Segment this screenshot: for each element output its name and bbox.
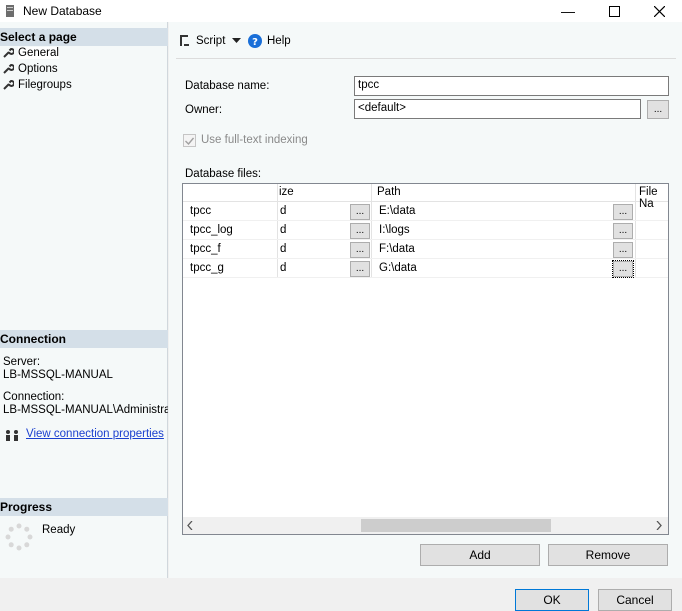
- chevron-right-icon[interactable]: [656, 521, 662, 530]
- table-row[interactable]: tpcc d ... E:\data ...: [183, 202, 668, 221]
- table-row[interactable]: tpcc_log d ... I:\logs ...: [183, 221, 668, 240]
- file-path-cell[interactable]: G:\data: [379, 262, 417, 274]
- column-header-path[interactable]: Path: [377, 186, 401, 198]
- script-label: Script: [196, 35, 226, 47]
- fulltext-label: Use full-text indexing: [201, 134, 308, 146]
- help-icon: ?: [248, 34, 262, 48]
- window-title: New Database: [23, 4, 102, 18]
- path-browse-button[interactable]: ...: [613, 204, 633, 220]
- column-header-size[interactable]: ize: [279, 186, 294, 198]
- maximize-button[interactable]: [591, 0, 637, 22]
- wrench-icon: [3, 80, 14, 90]
- table-row[interactable]: tpcc_f d ... F:\data ...: [183, 240, 668, 259]
- database-files-grid: ize Path File Na tpcc d ... E:\data ... …: [182, 183, 669, 535]
- database-files-label: Database files:: [185, 168, 262, 180]
- connection-header: Connection: [0, 330, 168, 348]
- grid-header: ize Path File Na: [183, 184, 668, 210]
- database-name-input[interactable]: tpcc: [354, 76, 669, 96]
- wrench-icon: [3, 64, 14, 74]
- size-browse-button[interactable]: ...: [350, 242, 370, 258]
- page-options[interactable]: Options: [2, 61, 58, 77]
- close-button[interactable]: [636, 0, 682, 22]
- file-name-cell[interactable]: tpcc_g: [190, 262, 224, 274]
- page-filegroups-label: Filegroups: [18, 79, 72, 91]
- connection-value: LB-MSSQL-MANUAL\Administrator: [3, 404, 168, 416]
- size-browse-button[interactable]: ...: [350, 261, 370, 277]
- minimize-button[interactable]: —: [545, 0, 591, 22]
- svg-text:?: ?: [252, 37, 258, 48]
- chevron-down-icon[interactable]: [232, 38, 241, 44]
- database-name-label: Database name:: [185, 80, 270, 92]
- path-browse-button[interactable]: ...: [613, 223, 633, 239]
- file-path-cell[interactable]: E:\data: [379, 205, 415, 217]
- script-button[interactable]: Script: [177, 30, 225, 52]
- server-value: LB-MSSQL-MANUAL: [3, 369, 113, 381]
- path-browse-button[interactable]: ...: [612, 260, 634, 278]
- file-name-cell[interactable]: tpcc_log: [190, 224, 233, 236]
- toolbar-divider: [176, 58, 676, 59]
- file-size-cell[interactable]: d: [280, 205, 286, 217]
- file-size-cell[interactable]: d: [280, 262, 286, 274]
- page-general-label: General: [18, 47, 59, 59]
- owner-label: Owner:: [185, 104, 223, 116]
- file-path-cell[interactable]: F:\data: [379, 243, 415, 255]
- select-page-header: Select a page: [0, 28, 168, 46]
- left-panel: [0, 22, 168, 578]
- title-bar: New Database —: [0, 0, 682, 22]
- scrollbar-thumb[interactable]: [361, 519, 551, 532]
- progress-status: Ready: [42, 524, 76, 536]
- path-browse-button[interactable]: ...: [613, 242, 633, 258]
- size-browse-button[interactable]: ...: [350, 204, 370, 220]
- page-filegroups[interactable]: Filegroups: [2, 77, 72, 93]
- ok-button[interactable]: OK: [515, 589, 589, 611]
- remove-button[interactable]: Remove: [548, 544, 668, 566]
- close-icon: [653, 5, 665, 17]
- database-icon: [6, 5, 14, 17]
- table-row[interactable]: tpcc_g d ... G:\data ...: [183, 259, 668, 278]
- size-browse-button[interactable]: ...: [350, 223, 370, 239]
- page-options-label: Options: [18, 63, 58, 75]
- maximize-icon: [608, 5, 620, 17]
- chevron-left-icon[interactable]: [187, 521, 193, 530]
- connection-label: Connection:: [3, 391, 65, 403]
- view-connection-properties-link[interactable]: View connection properties: [26, 428, 164, 440]
- file-name-cell[interactable]: tpcc_f: [190, 243, 221, 255]
- progress-header: Progress: [0, 498, 168, 516]
- file-size-cell[interactable]: d: [280, 243, 286, 255]
- help-button[interactable]: ? Help: [248, 30, 291, 52]
- progress-spinner-icon: [5, 523, 33, 551]
- file-path-cell[interactable]: I:\logs: [379, 224, 410, 236]
- add-button[interactable]: Add: [420, 544, 540, 566]
- connection-properties-icon: [6, 430, 18, 441]
- page-general[interactable]: General: [2, 45, 59, 61]
- fulltext-checkbox[interactable]: [183, 134, 196, 147]
- file-size-cell[interactable]: d: [280, 224, 286, 236]
- file-name-cell[interactable]: tpcc: [190, 205, 211, 217]
- cancel-button[interactable]: Cancel: [598, 589, 672, 611]
- wrench-icon: [3, 48, 14, 58]
- checkmark-icon: [185, 137, 194, 145]
- help-label: Help: [267, 35, 291, 47]
- owner-input[interactable]: <default>: [354, 99, 641, 119]
- script-icon: [180, 35, 189, 46]
- horizontal-scrollbar[interactable]: [183, 517, 668, 534]
- owner-browse-button[interactable]: ...: [647, 100, 669, 119]
- server-label: Server:: [3, 356, 41, 368]
